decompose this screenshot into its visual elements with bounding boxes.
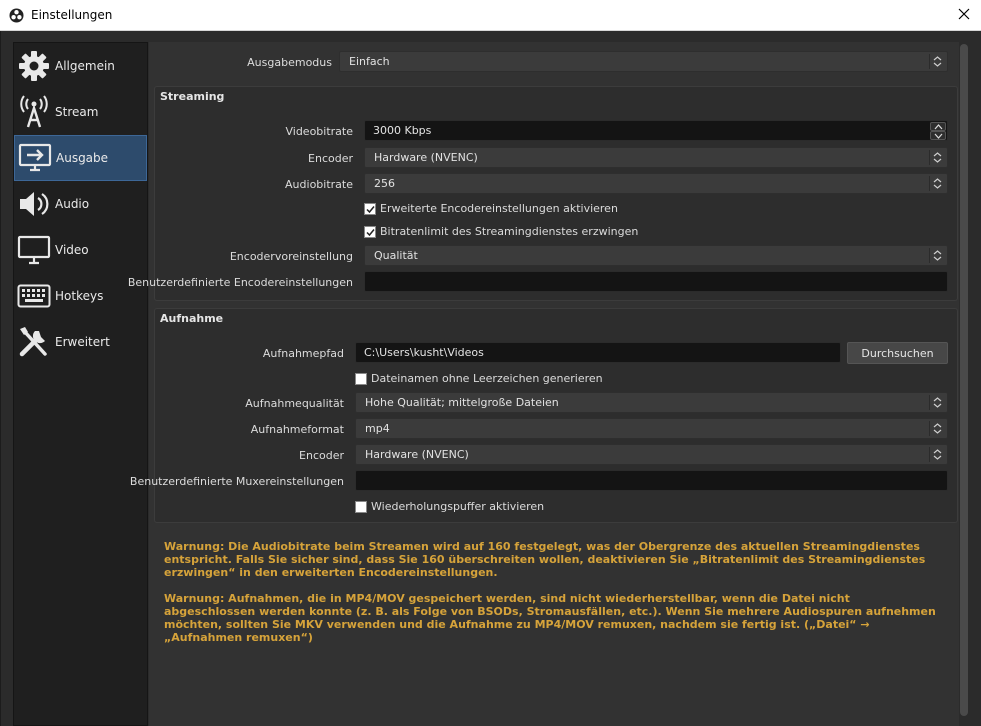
scrollbar-thumb[interactable] — [960, 44, 968, 716]
sidebar-item-ausgabe[interactable]: Ausgabe — [14, 135, 147, 181]
sidebar-item-label: Ausgabe — [56, 151, 109, 165]
sidebar-item-label: Video — [55, 243, 89, 257]
sidebar-item-video[interactable]: Video — [14, 227, 147, 273]
recording-path-label: Aufnahmepfad — [262, 347, 344, 360]
custom-encoder-settings-input[interactable] — [364, 271, 948, 292]
tools-icon — [15, 323, 53, 361]
recording-group: Aufnahme Aufnahmepfad C:\Users\kusht\Vid… — [130, 308, 958, 523]
recording-quality-label: Aufnahmequalität — [245, 397, 344, 410]
output-mode-select[interactable]: Einfach — [339, 51, 948, 72]
advanced-encoder-checkbox[interactable]: Erweiterte Encodereinstellungen aktivier… — [364, 202, 618, 215]
spin-down-icon[interactable] — [930, 131, 946, 140]
monitor-icon — [15, 231, 53, 269]
select-arrows-icon — [929, 248, 945, 263]
close-icon — [958, 8, 970, 23]
sidebar-item-label: Audio — [55, 197, 90, 211]
advanced-encoder-label: Erweiterte Encodereinstellungen aktivier… — [380, 202, 618, 215]
recording-quality-select[interactable]: Hohe Qualität; mittelgroße Dateien — [355, 392, 948, 413]
audio-bitrate-warning: Warnung: Die Audiobitrate beim Streamen … — [164, 540, 926, 579]
select-arrows-icon — [929, 150, 945, 165]
gear-icon — [15, 47, 53, 85]
audio-bitrate-value: 256 — [374, 177, 395, 190]
encoder-preset-label: Encodervoreinstellung — [229, 250, 353, 263]
no-spaces-filename-label: Dateinamen ohne Leerzeichen generieren — [371, 372, 603, 385]
custom-muxer-settings-label: Benutzerdefinierte Muxereinstellungen — [129, 475, 344, 488]
recording-format-select[interactable]: mp4 — [355, 418, 948, 439]
enforce-bitrate-limit-checkbox[interactable]: Bitratenlimit des Streamingdienstes erzw… — [364, 225, 638, 238]
browse-button[interactable]: Durchsuchen — [847, 342, 948, 364]
video-bitrate-value: 3000 Kbps — [373, 124, 432, 137]
recording-encoder-value: Hardware (NVENC) — [365, 448, 469, 461]
speaker-icon — [15, 185, 53, 223]
video-bitrate-input[interactable]: 3000 Kbps — [364, 120, 948, 141]
content-scrollbar[interactable] — [959, 44, 969, 716]
recording-encoder-select[interactable]: Hardware (NVENC) — [355, 444, 948, 465]
streaming-encoder-label: Encoder — [308, 152, 353, 165]
output-mode-value: Einfach — [349, 55, 390, 68]
broadcast-icon — [15, 93, 53, 131]
spin-up-icon[interactable] — [930, 122, 946, 131]
select-arrows-icon — [929, 395, 945, 410]
recording-path-value: C:\Users\kusht\Videos — [364, 346, 484, 359]
recording-group-title: Aufnahme — [160, 312, 224, 325]
checkbox-unchecked-icon — [355, 500, 367, 513]
select-arrows-icon — [929, 447, 945, 462]
sidebar-item-label: Allgemein — [55, 59, 115, 73]
audio-bitrate-select[interactable]: 256 — [364, 173, 948, 194]
streaming-encoder-select[interactable]: Hardware (NVENC) — [364, 147, 948, 168]
recording-format-value: mp4 — [365, 422, 390, 435]
encoder-preset-select[interactable]: Qualität — [364, 245, 948, 266]
select-arrows-icon — [929, 176, 945, 191]
sidebar-item-label: Stream — [55, 105, 99, 119]
output-settings-panel: Ausgabemodus Einfach Streaming Videobitr… — [128, 42, 959, 726]
sidebar-item-erweitert[interactable]: Erweitert — [14, 319, 147, 365]
video-bitrate-spinner[interactable] — [930, 122, 946, 140]
sidebar-item-stream[interactable]: Stream — [14, 89, 147, 135]
sidebar-item-label: Hotkeys — [55, 289, 104, 303]
sidebar-item-audio[interactable]: Audio — [14, 181, 147, 227]
checkbox-checked-icon — [364, 225, 376, 238]
replay-buffer-checkbox[interactable]: Wiederholungspuffer aktivieren — [355, 500, 544, 513]
streaming-group: Streaming Videobitrate 3000 Kbps Encoder… — [128, 86, 958, 301]
settings-sidebar: Allgemein Stream Ausgabe Audio Video Hot… — [13, 42, 148, 726]
recording-encoder-label: Encoder — [299, 449, 344, 462]
title-bar: Einstellungen — [0, 0, 981, 31]
output-icon — [16, 139, 54, 177]
select-arrows-icon — [929, 421, 945, 436]
close-button[interactable] — [947, 0, 981, 31]
output-mode-label: Ausgabemodus — [247, 56, 332, 69]
recording-format-label: Aufnahmeformat — [250, 423, 344, 436]
custom-muxer-settings-input[interactable] — [355, 470, 948, 491]
custom-encoder-settings-label: Benutzerdefinierte Encodereinstellungen — [127, 276, 353, 289]
encoder-preset-value: Qualität — [374, 249, 418, 262]
sidebar-item-label: Erweitert — [55, 335, 110, 349]
streaming-group-title: Streaming — [160, 90, 225, 103]
no-spaces-filename-checkbox[interactable]: Dateinamen ohne Leerzeichen generieren — [355, 372, 603, 385]
sidebar-item-allgemein[interactable]: Allgemein — [14, 43, 147, 89]
replay-buffer-label: Wiederholungspuffer aktivieren — [371, 500, 545, 513]
recording-quality-value: Hohe Qualität; mittelgroße Dateien — [365, 396, 559, 409]
obs-icon — [9, 8, 24, 23]
checkbox-unchecked-icon — [355, 372, 367, 385]
video-bitrate-label: Videobitrate — [285, 125, 353, 138]
checkbox-checked-icon — [364, 202, 376, 215]
mp4-recording-warning: Warnung: Aufnahmen, die in MP4/MOV gespe… — [164, 592, 936, 644]
window-title: Einstellungen — [31, 8, 113, 22]
audio-bitrate-label: Audiobitrate — [285, 178, 353, 191]
recording-path-input[interactable]: C:\Users\kusht\Videos — [355, 342, 841, 363]
keyboard-icon — [15, 277, 53, 315]
enforce-bitrate-limit-label: Bitratenlimit des Streamingdienstes erzw… — [380, 225, 639, 238]
streaming-encoder-value: Hardware (NVENC) — [374, 151, 478, 164]
select-arrows-icon — [929, 54, 945, 69]
settings-client: Allgemein Stream Ausgabe Audio Video Hot… — [0, 31, 981, 726]
